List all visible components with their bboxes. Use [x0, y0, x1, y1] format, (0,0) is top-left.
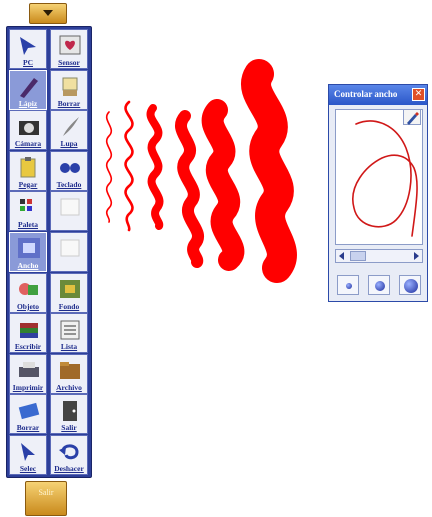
eraser-icon — [62, 77, 78, 96]
arrow-right-icon[interactable] — [411, 251, 421, 261]
tool-button-sensor[interactable]: Sensor — [50, 29, 88, 69]
stroke-thin-2 — [124, 100, 134, 232]
tool-button-label: Imprimir — [12, 382, 44, 392]
palette-icon — [20, 199, 32, 212]
tool-button-label: Ancho — [17, 261, 39, 270]
tool-button-lista[interactable]: Lista — [50, 313, 88, 354]
pen-icon — [20, 77, 38, 98]
chevron-down-icon — [43, 10, 53, 16]
stroke-medium-2 — [175, 110, 204, 268]
pointer-hand-icon — [20, 37, 36, 55]
quill-icon — [63, 117, 79, 137]
select-arrow-icon — [21, 443, 35, 461]
tool-button-label: Objeto — [16, 301, 40, 311]
tool-button-pegar[interactable]: Pegar — [9, 150, 47, 191]
arrow-left-icon[interactable] — [337, 251, 347, 261]
close-icon[interactable]: ✕ — [412, 88, 425, 101]
tool-button-teclado[interactable]: Teclado — [50, 150, 88, 191]
tool-button-escribir[interactable]: Escribir — [9, 313, 47, 354]
keys-icon — [60, 162, 80, 173]
tool-button-selec[interactable]: Selec — [9, 435, 47, 475]
tool-button-label: Paleta — [18, 220, 38, 230]
width-dialog: Controlar ancho ✕ — [328, 84, 428, 302]
tool-button-label: Borrar — [57, 98, 81, 108]
undo-icon — [59, 444, 79, 460]
tool-button-label: Lupa — [60, 139, 78, 149]
stroke-medium-1 — [146, 104, 164, 230]
tool-button-label: PC — [23, 58, 33, 67]
tool-button-label: Salir — [61, 423, 77, 433]
tool-button-label: Lápiz — [18, 98, 38, 108]
tool-button-label: Pegar — [18, 179, 38, 189]
tool-button-label: Sensor — [58, 58, 80, 67]
toolbar-collapse-handle[interactable] — [29, 3, 67, 24]
dialog-title: Controlar ancho — [334, 89, 398, 99]
printer-icon — [19, 361, 39, 377]
dialog-title-bar[interactable]: Controlar ancho ✕ — [329, 85, 427, 105]
list-icon — [60, 320, 80, 340]
tool-button-label: Borrar — [16, 423, 40, 433]
tool-button-label: Selec — [19, 464, 37, 473]
tool-button-pc[interactable]: PC — [9, 29, 47, 69]
tool-button-borrar[interactable]: Borrar — [9, 394, 47, 435]
medium-dot-icon[interactable] — [368, 275, 390, 295]
tool-button-c-mara[interactable]: Cámara — [9, 110, 47, 151]
drawing-canvas[interactable] — [95, 40, 330, 340]
width-preview — [335, 109, 423, 245]
tool-button-paleta[interactable]: Paleta — [9, 191, 47, 232]
clear-icon — [18, 403, 40, 420]
paste-icon — [20, 156, 36, 178]
width-icon — [18, 238, 40, 258]
tool-palette: PC Sensor Lápiz Borrar Cámara Lupa Pegar Teclad… — [6, 26, 92, 478]
tool-button-label: Deshacer — [54, 464, 84, 473]
tool-button-label: Fondo — [58, 301, 80, 311]
tool-button-label: Cámara — [14, 139, 42, 149]
preview-stroke — [352, 120, 418, 237]
tool-button-l-piz[interactable]: Lápiz — [9, 69, 47, 110]
tool-button-salir[interactable]: Salir — [50, 394, 88, 435]
tool-button-empty-11[interactable] — [50, 232, 88, 272]
width-scrollbar[interactable] — [335, 249, 423, 263]
tool-button-objeto[interactable]: Objeto — [9, 272, 47, 313]
pen-icon[interactable] — [403, 109, 421, 125]
tool-button-borrar[interactable]: Borrar — [50, 69, 88, 110]
tool-button-label: Escribir — [14, 342, 42, 352]
stroke-thick-1 — [201, 99, 245, 271]
heart-board-icon — [59, 35, 81, 55]
tool-button-label: Archivo — [56, 382, 82, 392]
tool-button-label: Teclado — [56, 179, 82, 189]
exit-handle-button[interactable]: Salir — [25, 481, 67, 516]
small-dot-icon[interactable] — [337, 275, 359, 295]
tool-button-empty-9[interactable] — [50, 191, 88, 232]
large-dot-icon[interactable] — [399, 275, 421, 295]
tool-button-ancho[interactable]: Ancho — [9, 232, 47, 272]
scrollbar-thumb[interactable] — [350, 251, 366, 261]
books-icon — [20, 323, 38, 339]
shapes-icon — [19, 282, 38, 295]
tool-button-label: Lista — [60, 342, 78, 352]
exit-icon — [63, 401, 77, 422]
tool-button-deshacer[interactable]: Deshacer — [50, 435, 88, 475]
folder-icon — [60, 361, 80, 379]
camera-icon — [19, 121, 39, 136]
exit-handle-label: Salir — [38, 488, 54, 497]
tool-button-fondo[interactable]: Fondo — [50, 272, 88, 313]
tool-button-archivo[interactable]: Archivo — [50, 353, 88, 394]
stroke-thin-1 — [105, 111, 113, 223]
tool-button-lupa[interactable]: Lupa — [50, 110, 88, 151]
background-icon — [60, 279, 80, 298]
tool-button-imprimir[interactable]: Imprimir — [9, 353, 47, 394]
blank-icon — [60, 198, 80, 216]
blank-icon — [60, 239, 80, 257]
stroke-thick-2 — [241, 59, 297, 283]
